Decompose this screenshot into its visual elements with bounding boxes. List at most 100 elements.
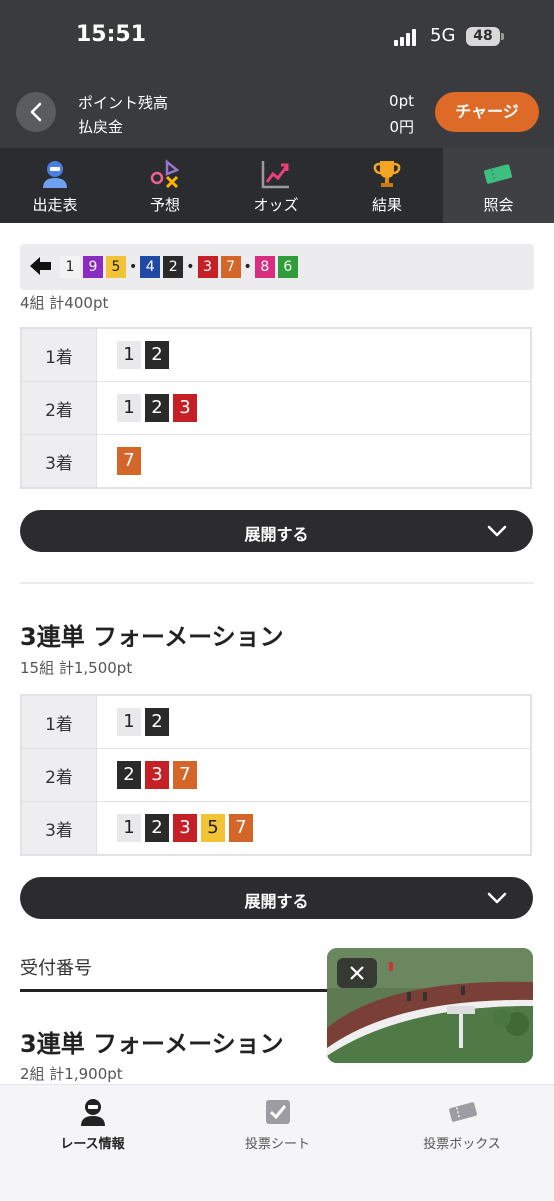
bike-number-badge: 1 xyxy=(117,814,141,842)
separator-dot: • xyxy=(129,259,138,275)
battery-tip xyxy=(501,33,504,40)
signal-icon xyxy=(394,28,420,46)
points-balance-label: ポイント残高 xyxy=(78,94,169,112)
race-video-player[interactable] xyxy=(327,948,533,1063)
points-balance-value: 0pt xyxy=(389,92,414,110)
section2-expand-button[interactable]: 展開する xyxy=(20,877,533,919)
rank-numbers: 12 xyxy=(96,327,532,382)
bike-number-badge: 1 xyxy=(117,708,141,736)
rank-label: 2着 xyxy=(20,381,97,435)
combination-chip: 1 xyxy=(60,256,80,278)
rank-numbers: 123 xyxy=(96,381,532,435)
nav-label: レース情報 xyxy=(60,1137,125,1152)
section1-table: 1着 1 2 2着 1 2 3 3着 7 xyxy=(20,327,532,489)
nav-label: 投票ボックス xyxy=(423,1137,501,1152)
nav-bet-sheet[interactable]: 投票シート xyxy=(185,1085,370,1201)
bike-number-badge: 5 xyxy=(201,814,225,842)
rank-label: 1着 xyxy=(20,694,97,749)
bike-number-badge: 2 xyxy=(145,814,169,842)
combination-chip: 3 xyxy=(197,256,218,278)
checkbox-sheet-icon xyxy=(266,1100,290,1124)
back-button[interactable] xyxy=(16,92,56,132)
separator-dot: • xyxy=(243,259,252,275)
tab-entries[interactable]: 出走表 xyxy=(0,148,110,223)
prediction-icon xyxy=(150,159,180,189)
rank-numbers: 12 xyxy=(96,694,532,749)
acceptance-underline xyxy=(20,989,340,992)
charge-button[interactable]: チャージ xyxy=(435,92,539,132)
trophy-icon xyxy=(373,161,401,187)
close-icon xyxy=(350,966,364,980)
section1-summary: 4組 計400pt xyxy=(20,294,109,312)
battery-icon: 48 xyxy=(466,27,500,46)
rank-label: 3着 xyxy=(20,801,97,856)
expand-label: 展開する xyxy=(244,892,309,911)
refund-value: 0円 xyxy=(389,118,414,136)
arrow-left-icon xyxy=(30,257,51,275)
combination-chip: 6 xyxy=(277,256,298,278)
bike-number-badge: 7 xyxy=(173,761,197,789)
bike-number-badge: 7 xyxy=(229,814,253,842)
acceptance-number-label: 受付番号 xyxy=(20,958,92,979)
tab-prediction[interactable]: 予想 xyxy=(110,148,220,223)
rank-label: 3着 xyxy=(20,434,97,489)
chevron-down-icon xyxy=(487,525,507,537)
tab-menu: 出走表 予想 オッズ 結果 照会 xyxy=(0,148,554,223)
section1-expand-button[interactable]: 展開する xyxy=(20,510,533,552)
rank-numbers: 12357 xyxy=(96,801,532,856)
combination-chip: 5 xyxy=(106,256,126,278)
tickets-box-icon xyxy=(449,1102,477,1122)
combination-chip: 8 xyxy=(254,256,275,278)
bike-number-badge: 3 xyxy=(173,394,197,422)
nav-label: 投票シート xyxy=(244,1137,310,1152)
table-row: 2着 2 3 7 xyxy=(20,748,532,802)
rank-numbers: 237 xyxy=(96,748,532,802)
table-row: 1着 1 2 xyxy=(20,694,532,749)
ticket-icon xyxy=(484,164,512,184)
combination-chip: 4 xyxy=(140,256,161,278)
bottom-navigation: レース情報 投票シート 投票ボックス xyxy=(0,1084,554,1201)
section-divider xyxy=(20,582,534,584)
table-row: 3着 1 2 3 5 7 xyxy=(20,801,532,856)
close-video-button[interactable] xyxy=(337,958,377,988)
bike-number-badge: 2 xyxy=(145,341,169,369)
bike-number-badge: 7 xyxy=(117,447,141,475)
bike-number-badge: 3 xyxy=(145,761,169,789)
chevron-left-icon xyxy=(30,102,42,122)
table-row: 1着 1 2 xyxy=(20,327,532,382)
table-row: 3着 7 xyxy=(20,434,532,489)
top-header: 15:51 5G 48 ポイント残高 払戻金 0pt 0円 チャージ xyxy=(0,0,554,148)
nav-bet-box[interactable]: 投票ボックス xyxy=(370,1085,554,1201)
tab-label: オッズ xyxy=(253,196,299,214)
combination-chip: 2 xyxy=(163,256,184,278)
section3-summary: 2組 計1,900pt xyxy=(20,1065,123,1083)
tab-label: 結果 xyxy=(371,196,402,214)
bike-number-badge: 2 xyxy=(145,708,169,736)
separator-dot: • xyxy=(186,259,195,275)
section3-title: 3連単 フォーメーション xyxy=(20,1030,284,1058)
bike-number-badge: 1 xyxy=(117,394,141,422)
tab-label: 出走表 xyxy=(32,196,78,214)
odds-chart-icon xyxy=(261,161,289,189)
bike-number-badge: 2 xyxy=(117,761,141,789)
tab-inquiry[interactable]: 照会 xyxy=(443,148,554,223)
rank-label: 2着 xyxy=(20,748,97,802)
bike-number-badge: 3 xyxy=(173,814,197,842)
bike-number-badge: 2 xyxy=(145,394,169,422)
section2-title: 3連単 フォーメーション xyxy=(20,623,284,651)
section2-table: 1着 1 2 2着 2 3 7 3着 1 2 3 5 7 xyxy=(20,694,532,856)
tab-results[interactable]: 結果 xyxy=(332,148,442,223)
section2-summary: 15組 計1,500pt xyxy=(20,659,133,677)
rank-numbers: 7 xyxy=(96,434,532,489)
nav-race-info[interactable]: レース情報 xyxy=(0,1085,185,1201)
refund-label: 払戻金 xyxy=(78,118,124,136)
tab-odds[interactable]: オッズ xyxy=(221,148,331,223)
rank-label: 1着 xyxy=(20,327,97,382)
table-row: 2着 1 2 3 xyxy=(20,381,532,435)
tab-label: 予想 xyxy=(149,196,180,214)
tab-label: 照会 xyxy=(483,196,514,214)
bike-number-badge: 1 xyxy=(117,341,141,369)
chevron-down-icon xyxy=(487,892,507,904)
network-label: 5G xyxy=(430,25,456,46)
bet-combination-strip[interactable]: 1 9 5 • 4 2 • 3 7 • 8 6 xyxy=(20,244,534,290)
